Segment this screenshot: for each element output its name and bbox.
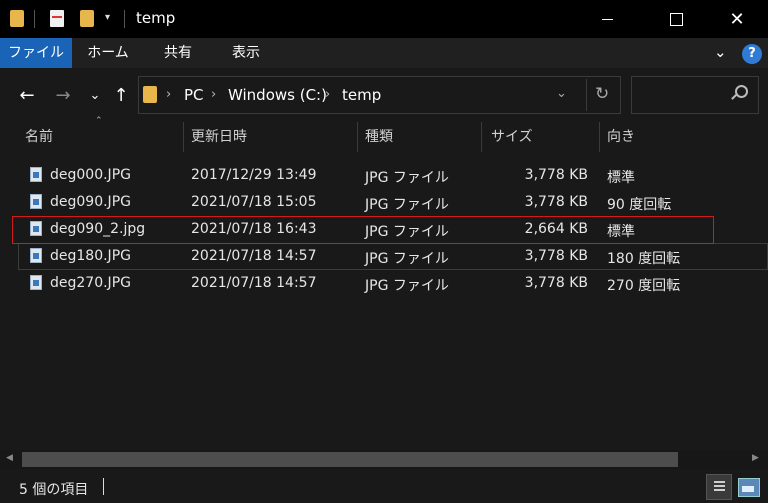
breadcrumb-separator-icon: › bbox=[166, 87, 172, 102]
tab-view[interactable]: 表示 bbox=[222, 38, 270, 68]
image-file-icon bbox=[30, 194, 42, 209]
dropdown-icon[interactable]: ▾ bbox=[105, 12, 110, 23]
forward-arrow-icon: → bbox=[55, 84, 71, 106]
file-name: deg000.JPG bbox=[50, 167, 131, 183]
column-header-orientation[interactable]: 向き bbox=[607, 126, 635, 146]
column-header-size[interactable]: サイズ bbox=[491, 126, 533, 146]
file-date: 2021/07/18 15:05 bbox=[191, 194, 317, 210]
file-type: JPG ファイル bbox=[365, 278, 449, 294]
chevron-down-icon: ⌄ bbox=[89, 87, 101, 103]
text-cursor bbox=[103, 478, 104, 495]
file-size: 3,778 KB bbox=[524, 248, 588, 264]
scroll-left-icon[interactable]: ◀ bbox=[6, 453, 13, 463]
close-button[interactable]: ✕ bbox=[714, 0, 760, 38]
file-type: JPG ファイル bbox=[365, 251, 449, 267]
column-divider[interactable] bbox=[599, 122, 600, 152]
scrollbar-thumb[interactable] bbox=[22, 452, 678, 467]
tab-home[interactable]: ホーム bbox=[82, 38, 134, 68]
file-name: deg090.JPG bbox=[50, 194, 131, 210]
back-arrow-icon: ← bbox=[19, 84, 35, 106]
address-dropdown-icon[interactable]: ⌄ bbox=[556, 86, 567, 101]
help-icon[interactable]: ? bbox=[742, 44, 762, 64]
file-orientation: 標準 bbox=[607, 170, 635, 186]
file-date: 2021/07/18 14:57 bbox=[191, 275, 317, 291]
recent-locations-button[interactable]: ⌄ bbox=[82, 80, 108, 110]
breadcrumb-separator-icon: › bbox=[325, 87, 331, 102]
properties-icon[interactable] bbox=[50, 10, 64, 27]
divider bbox=[586, 79, 587, 111]
breadcrumb-drive[interactable]: Windows (C:) bbox=[228, 86, 327, 104]
image-file-icon bbox=[30, 167, 42, 182]
search-icon[interactable] bbox=[731, 85, 748, 100]
tab-share[interactable]: 共有 bbox=[154, 38, 202, 68]
file-size: 3,778 KB bbox=[524, 194, 588, 210]
up-button[interactable]: ↑ bbox=[108, 80, 134, 110]
divider bbox=[124, 10, 125, 28]
details-view-icon bbox=[714, 481, 725, 493]
file-orientation: 90 度回転 bbox=[607, 197, 672, 213]
scroll-right-icon[interactable]: ▶ bbox=[752, 453, 759, 463]
table-row[interactable]: deg000.JPG 2017/12/29 13:49 JPG ファイル 3,7… bbox=[18, 162, 768, 189]
up-arrow-icon: ↑ bbox=[113, 84, 129, 106]
folder-icon bbox=[143, 86, 157, 103]
refresh-icon[interactable]: ↻ bbox=[595, 84, 609, 104]
file-date: 2021/07/18 14:57 bbox=[191, 248, 317, 264]
column-header-type[interactable]: 種類 bbox=[365, 126, 393, 146]
new-folder-icon[interactable] bbox=[80, 10, 94, 27]
window-title: temp bbox=[136, 9, 176, 27]
file-date: 2017/12/29 13:49 bbox=[191, 167, 317, 183]
file-orientation: 180 度回転 bbox=[607, 251, 681, 267]
minimize-button[interactable] bbox=[584, 0, 630, 38]
file-name: deg180.JPG bbox=[50, 248, 131, 264]
breadcrumb-pc[interactable]: PC bbox=[184, 86, 204, 104]
details-view-button[interactable] bbox=[706, 474, 732, 500]
file-type: JPG ファイル bbox=[365, 197, 449, 213]
close-icon: ✕ bbox=[729, 8, 745, 30]
item-count: 5 個の項目 bbox=[19, 482, 89, 498]
column-header-date[interactable]: 更新日時 bbox=[191, 126, 247, 146]
maximize-button[interactable] bbox=[653, 0, 699, 38]
file-size: 3,778 KB bbox=[524, 167, 588, 183]
forward-button[interactable]: → bbox=[50, 80, 76, 110]
back-button[interactable]: ← bbox=[14, 80, 40, 110]
tab-file[interactable]: ファイル bbox=[0, 38, 72, 68]
file-orientation: 270 度回転 bbox=[607, 278, 681, 294]
expand-ribbon-icon[interactable]: ⌄ bbox=[714, 43, 727, 61]
breadcrumb-separator-icon: › bbox=[211, 87, 217, 102]
file-type: JPG ファイル bbox=[365, 170, 449, 186]
minimize-icon bbox=[601, 18, 613, 20]
file-size: 3,778 KB bbox=[524, 275, 588, 291]
column-divider[interactable] bbox=[357, 122, 358, 152]
file-name: deg270.JPG bbox=[50, 275, 131, 291]
large-icons-view-button[interactable] bbox=[738, 478, 760, 497]
column-header-name[interactable]: 名前 bbox=[25, 126, 53, 146]
large-icons-view-icon bbox=[742, 486, 754, 492]
column-divider[interactable] bbox=[481, 122, 482, 152]
highlight-box bbox=[12, 216, 714, 244]
table-row[interactable]: deg090.JPG 2021/07/18 15:05 JPG ファイル 3,7… bbox=[18, 189, 768, 216]
table-row[interactable]: deg270.JPG 2021/07/18 14:57 JPG ファイル 3,7… bbox=[18, 270, 768, 297]
image-file-icon bbox=[30, 248, 42, 263]
breadcrumb-temp[interactable]: temp bbox=[342, 86, 381, 104]
status-bar bbox=[0, 470, 768, 503]
image-file-icon bbox=[30, 275, 42, 290]
divider bbox=[34, 10, 35, 28]
folder-icon bbox=[10, 10, 24, 27]
table-row[interactable]: deg180.JPG 2021/07/18 14:57 JPG ファイル 3,7… bbox=[18, 243, 768, 270]
maximize-icon bbox=[669, 12, 683, 26]
sort-ascending-icon: ⌃ bbox=[95, 116, 103, 126]
column-divider[interactable] bbox=[183, 122, 184, 152]
